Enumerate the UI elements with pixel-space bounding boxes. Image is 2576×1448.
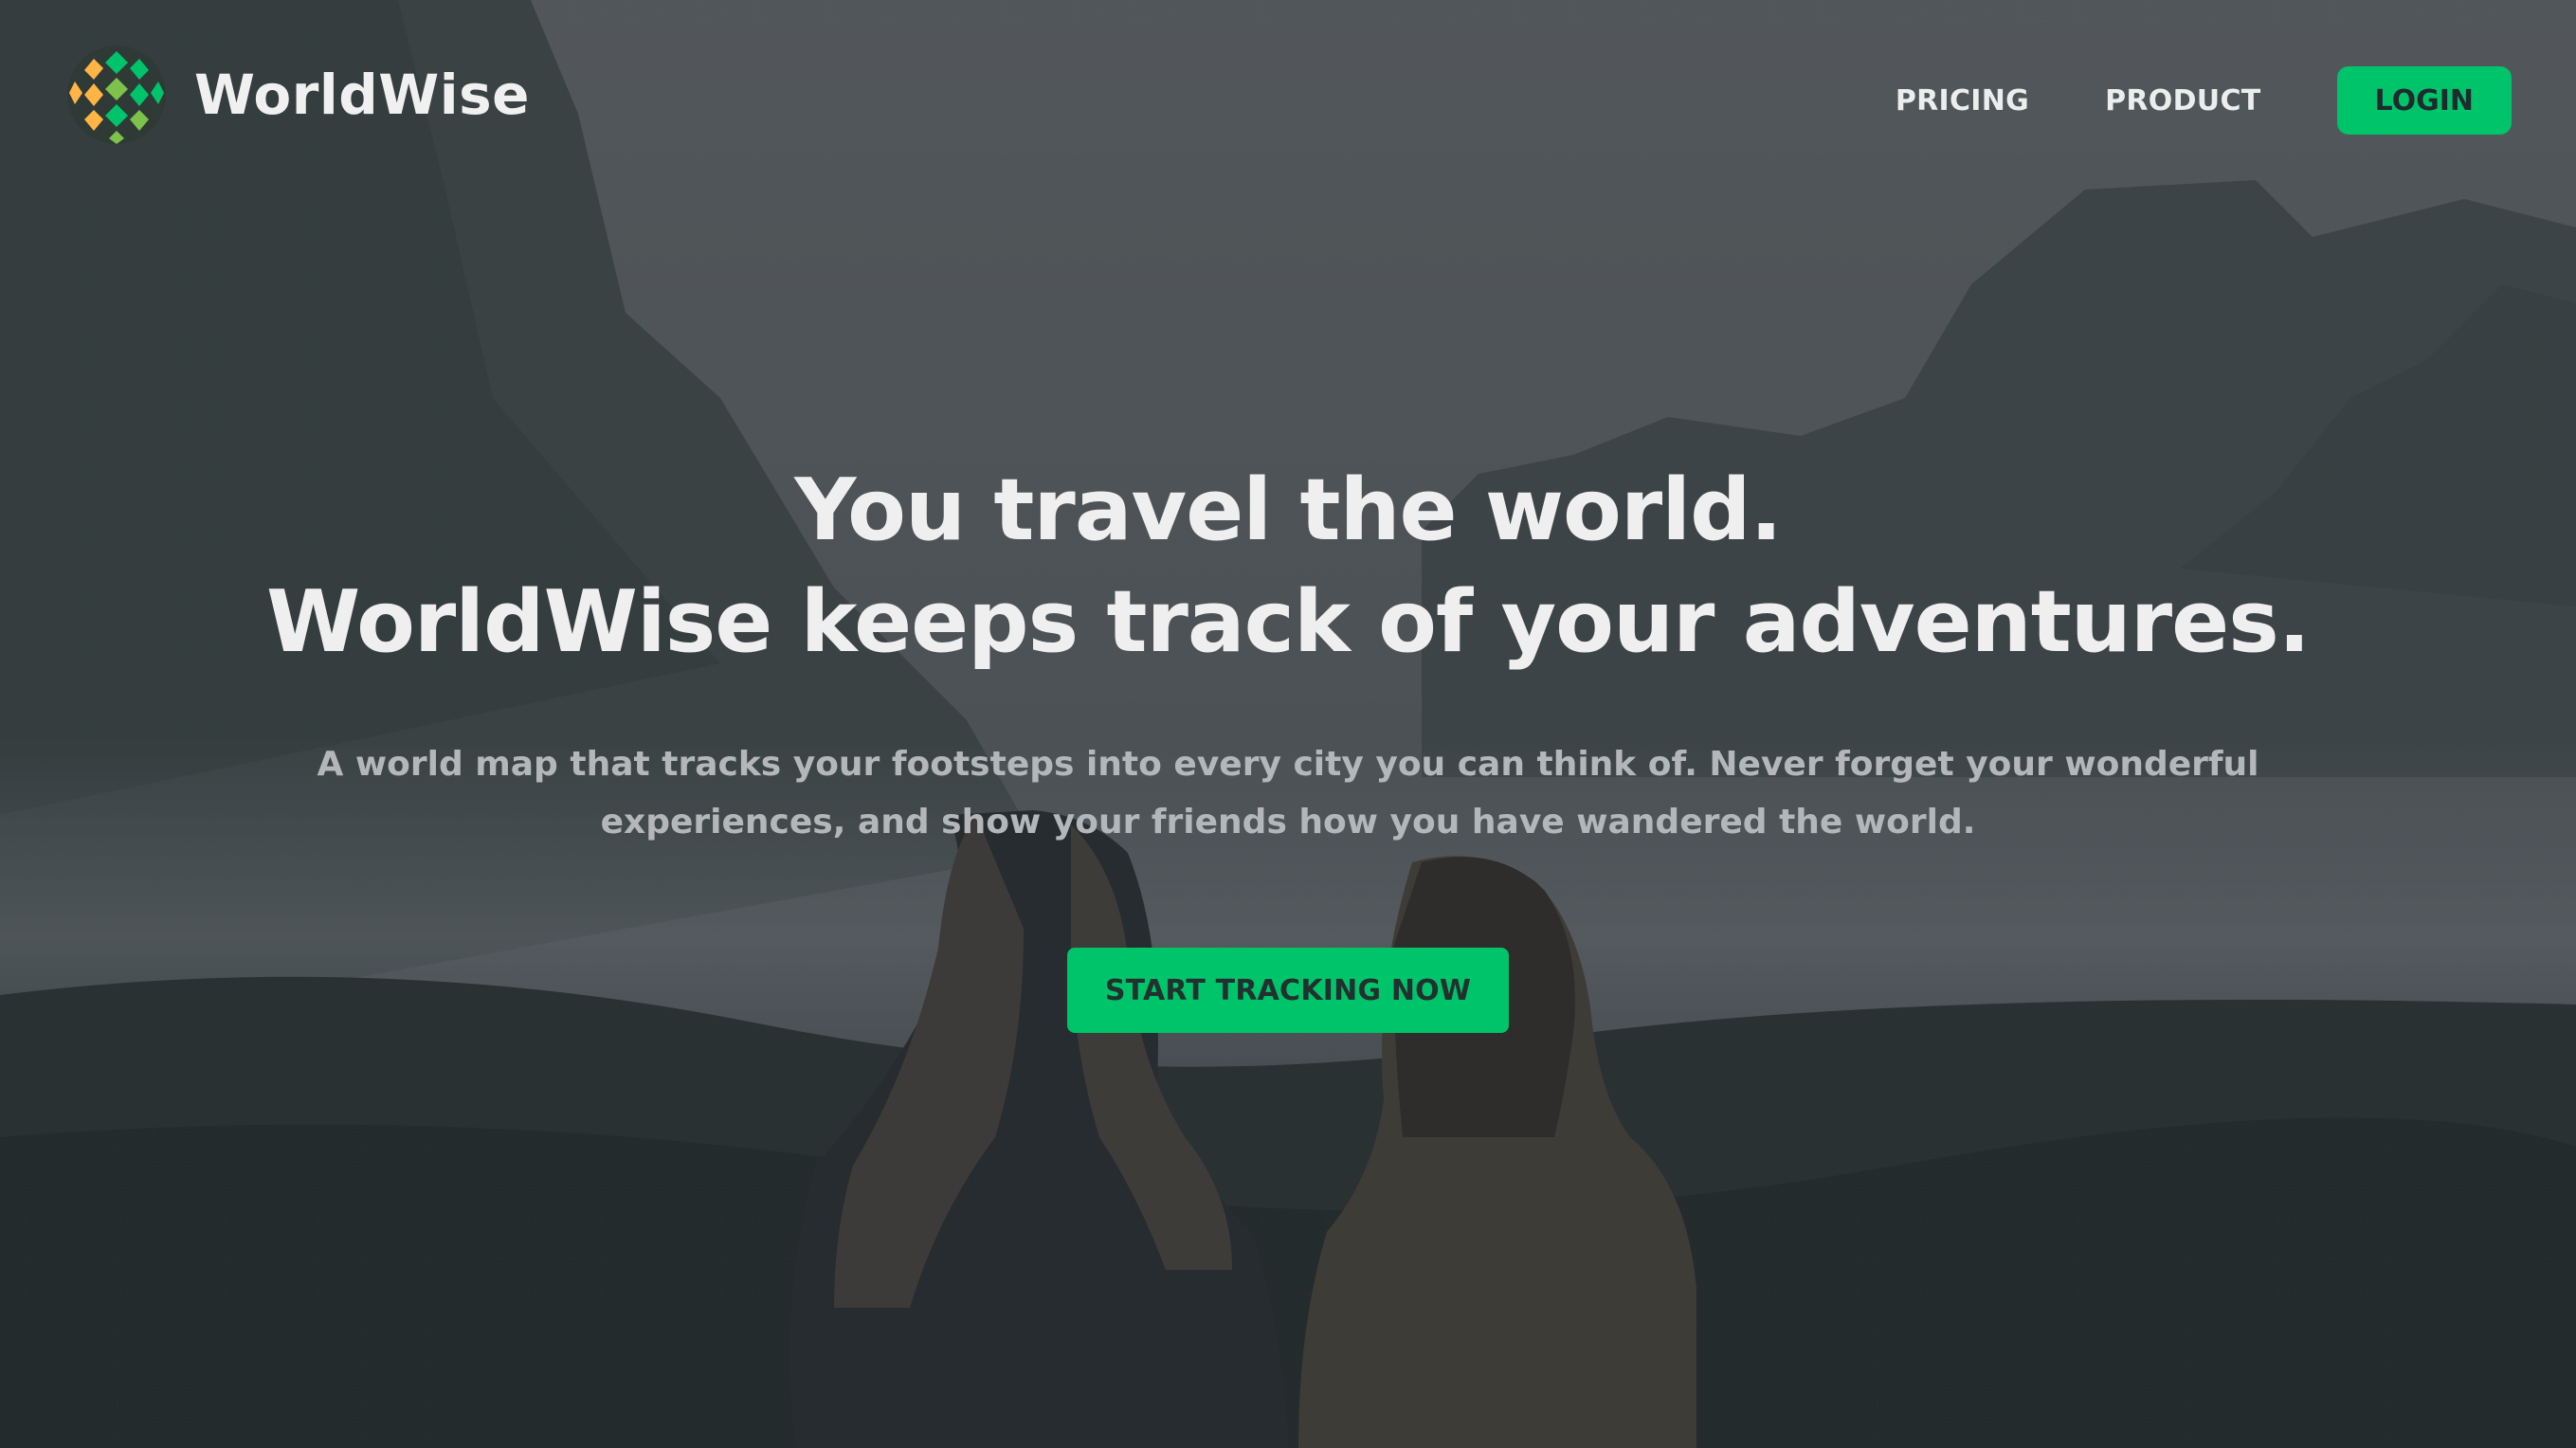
hero-headline: You travel the world. WorldWise keeps tr… [0, 455, 2576, 679]
landing-page: WorldWise PRICING PRODUCT LOGIN You trav… [0, 0, 2576, 1448]
login-button[interactable]: LOGIN [2336, 66, 2512, 135]
headline-line-2: WorldWise keeps track of your adventures… [266, 572, 2311, 672]
headline-line-1: You travel the world. [794, 461, 1782, 560]
nav-link-product[interactable]: PRODUCT [2105, 84, 2260, 118]
start-tracking-button[interactable]: START TRACKING NOW [1067, 948, 1509, 1033]
brand-logo[interactable]: WorldWise [65, 44, 530, 146]
hero-section: You travel the world. WorldWise keeps tr… [0, 455, 2576, 1033]
main-nav: PRICING PRODUCT LOGIN [1896, 66, 2512, 135]
hero-description: A world map that tracks your footsteps i… [317, 745, 2259, 842]
brand-name: WorldWise [194, 63, 530, 127]
nav-link-pricing[interactable]: PRICING [1896, 84, 2029, 118]
globe-logo-icon [67, 45, 166, 144]
